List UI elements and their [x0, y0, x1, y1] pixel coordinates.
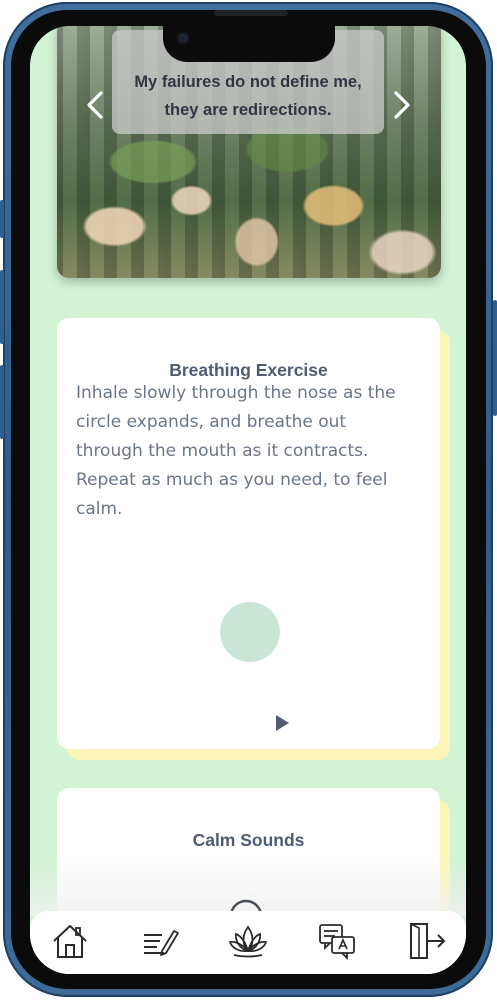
breathing-card: Breathing Exercise Inhale slowly through…	[57, 318, 440, 749]
sounds-title: Calm Sounds	[192, 830, 305, 850]
side-button-mute	[0, 200, 4, 238]
app-screen: My failures do not define me, they are r…	[30, 26, 466, 974]
home-icon	[53, 925, 87, 958]
journal-icon	[144, 930, 179, 956]
nav-chat[interactable]	[317, 921, 357, 961]
side-button-power	[493, 300, 497, 416]
bottom-nav	[30, 911, 466, 974]
chevron-right-icon[interactable]	[391, 88, 413, 122]
logout-icon	[410, 923, 446, 959]
play-icon[interactable]	[274, 714, 290, 732]
side-button-volume-up	[0, 270, 4, 344]
breathing-title: Breathing Exercise	[169, 360, 328, 380]
breathing-instructions: Inhale slowly through the nose as the ci…	[76, 383, 396, 519]
nav-home[interactable]	[50, 921, 90, 961]
side-button-volume-down	[0, 365, 4, 439]
notch	[163, 26, 335, 62]
quote-card: My failures do not define me, they are r…	[57, 26, 441, 278]
nav-logout[interactable]	[407, 921, 447, 961]
chevron-left-icon[interactable]	[84, 88, 106, 122]
breathing-circle	[220, 602, 280, 662]
nav-meditate[interactable]	[228, 921, 268, 961]
front-camera	[178, 33, 188, 43]
lotus-icon	[228, 925, 268, 958]
speaker-grille	[214, 10, 288, 16]
quote-text: My failures do not define me, they are r…	[134, 73, 362, 119]
nav-journal[interactable]	[140, 921, 180, 961]
translate-chat-icon	[319, 924, 355, 961]
